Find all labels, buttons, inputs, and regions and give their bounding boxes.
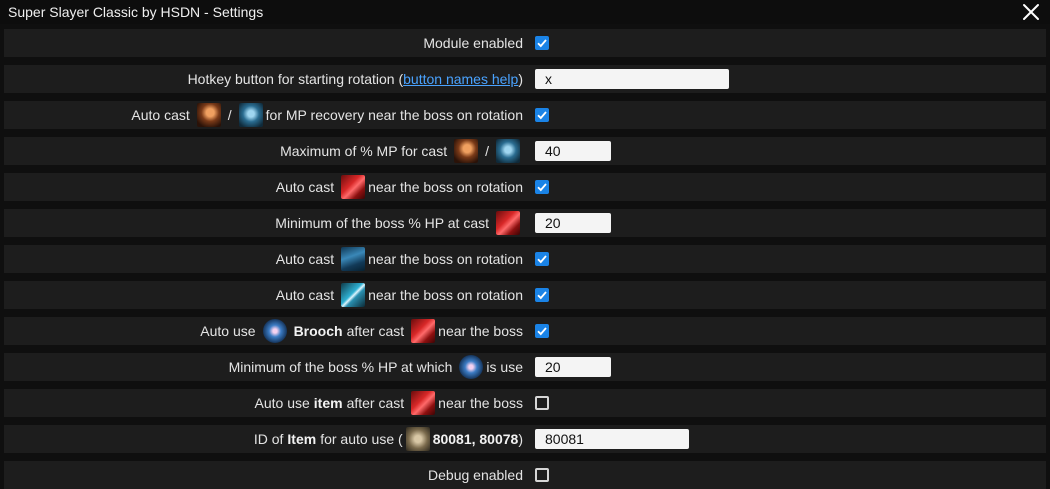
debug-enabled-checkbox[interactable] [535,468,549,482]
auto-use-brooch-checkbox[interactable] [535,324,549,338]
setting-row-auto-cast-blue: Auto cast near the boss on rotation [4,245,1046,273]
label-text: ) [518,71,523,87]
setting-row-auto-use-item: Auto use item after cast near the boss [4,389,1046,417]
label-text: Debug enabled [428,467,523,483]
setting-row-min-hp-cast: Minimum of the boss % HP at cast [4,209,1046,237]
setting-label: Auto cast / for MP recovery near the bos… [4,103,523,127]
spirit-skill-icon [238,103,263,127]
red-slash-skill-icon [496,211,520,235]
fire-skill-icon [196,103,221,127]
label-text: Auto use [254,395,310,411]
setting-row-mp-recovery: Auto cast / for MP recovery near the bos… [4,101,1046,129]
setting-label: ID of Item for auto use ( 80081, 80078 ) [4,427,523,451]
setting-label: Minimum of the boss % HP at which is use [4,355,523,379]
label-text: item [313,395,343,411]
setting-row-module-enabled: Module enabled [4,29,1046,57]
label-text: Hotkey button for starting rotation ( [187,71,404,87]
setting-label: Debug enabled [4,467,523,483]
red-slash-skill-icon [411,391,436,415]
hotkey-input[interactable] [535,69,729,89]
label-text: Item [287,431,317,447]
label-text: / [227,107,232,123]
item-id-input[interactable] [535,429,689,449]
window-title: Super Slayer Classic by HSDN - Settings [8,4,264,20]
setting-row-min-hp-brooch: Minimum of the boss % HP at which is use [4,353,1046,381]
label-text: near the boss on rotation [368,179,523,195]
label-text: near the boss [438,323,523,339]
brooch-icon [262,319,287,343]
auto-cast-red-checkbox[interactable] [535,180,549,194]
button-names-help-link[interactable]: button names help [403,71,518,87]
label-text: ID of [253,431,284,447]
settings-list: Module enabled Hotkey button for startin… [0,24,1050,489]
label-text: Module enabled [423,35,523,51]
setting-label: Auto use Brooch after cast near the boss [4,319,523,343]
label-text: Brooch [293,323,343,339]
auto-use-item-checkbox[interactable] [535,396,549,410]
setting-row-max-mp: Maximum of % MP for cast / [4,137,1046,165]
label-text: for MP recovery near the boss on rotatio… [265,107,523,123]
label-text: Auto cast [131,107,190,123]
label-text: Auto cast [275,287,335,303]
label-text: near the boss [438,395,523,411]
setting-row-auto-cast-cyan: Auto cast near the boss on rotation [4,281,1046,309]
red-slash-skill-icon [411,319,436,343]
min-hp-brooch-input[interactable] [535,357,611,377]
cyan-blade-skill-icon [341,283,366,307]
spirit-skill-icon [496,139,520,163]
label-text: for auto use ( [320,431,403,447]
label-text: Maximum of % MP for cast [280,143,448,159]
label-text: is use [486,359,523,375]
setting-label: Auto use item after cast near the boss [4,391,523,415]
label-text: ) [518,431,523,447]
label-text: Minimum of the boss % HP at which [228,359,453,375]
label-text: near the boss on rotation [368,287,523,303]
auto-cast-cyan-checkbox[interactable] [535,288,549,302]
fire-skill-icon [454,139,479,163]
setting-row-debug-enabled: Debug enabled [4,461,1046,489]
module-enabled-checkbox[interactable] [535,36,549,50]
setting-label: Maximum of % MP for cast / [4,139,523,163]
label-text: Auto use [200,323,256,339]
red-slash-skill-icon [341,175,366,199]
close-icon[interactable] [1022,3,1040,21]
label-text: 80081, 80078 [432,431,519,447]
setting-label: Auto cast near the boss on rotation [4,247,523,271]
label-text: after cast [346,395,405,411]
label-text: / [485,143,489,159]
blue-dash-skill-icon [341,247,366,271]
setting-row-auto-cast-red: Auto cast near the boss on rotation [4,173,1046,201]
title-bar: Super Slayer Classic by HSDN - Settings [0,0,1050,24]
label-text: after cast [346,323,405,339]
auto-cast-blue-checkbox[interactable] [535,252,549,266]
setting-row-auto-use-brooch: Auto use Brooch after cast near the boss [4,317,1046,345]
label-text: near the boss on rotation [368,251,523,267]
item-icon [405,427,430,451]
label-text: Auto cast [275,251,335,267]
setting-row-hotkey: Hotkey button for starting rotation ( bu… [4,65,1046,93]
setting-row-item-id: ID of Item for auto use ( 80081, 80078 ) [4,425,1046,453]
label-text: Minimum of the boss % HP at cast [275,215,489,231]
setting-label: Minimum of the boss % HP at cast [4,211,523,235]
setting-label: Auto cast near the boss on rotation [4,175,523,199]
setting-label: Module enabled [4,35,523,51]
min-hp-cast-input[interactable] [535,213,611,233]
setting-label: Hotkey button for starting rotation ( bu… [4,71,523,87]
mp-recovery-checkbox[interactable] [535,108,549,122]
max-mp-input[interactable] [535,141,611,161]
setting-label: Auto cast near the boss on rotation [4,283,523,307]
brooch-icon [459,355,484,379]
label-text: Auto cast [275,179,335,195]
